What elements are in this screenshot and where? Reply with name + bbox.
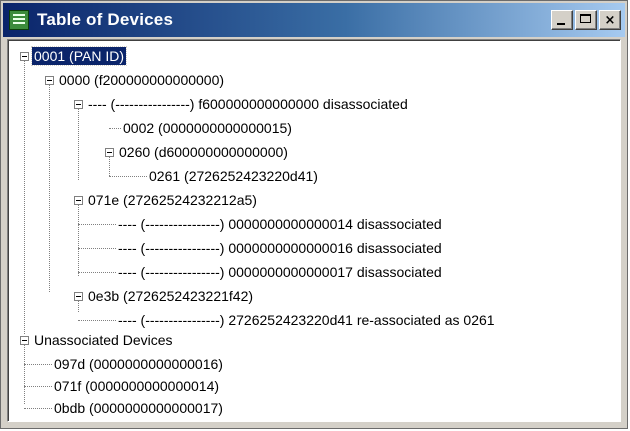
tree-connector xyxy=(78,223,116,225)
tree-item-071f[interactable]: 071f (0000000000000014) xyxy=(24,376,221,396)
tree-connector xyxy=(78,271,116,273)
tree-connector xyxy=(78,104,79,180)
tree-item-097d[interactable]: 097d (0000000000000016) xyxy=(24,354,225,374)
tree-connector xyxy=(24,56,25,334)
tree-item-label: 0000 (f200000000000000) xyxy=(59,72,225,88)
tree-item-reassociated[interactable]: ---- (----------------) 2726252423220d41… xyxy=(78,310,497,330)
title-bar[interactable]: Table of Devices × xyxy=(3,3,625,37)
table-icon xyxy=(9,10,29,30)
tree-item-0260[interactable]: 0260 (d600000000000000) xyxy=(105,142,290,162)
device-tree-view[interactable]: 0001 (PAN ID) 0000 (f200000000000000) --… xyxy=(7,39,621,422)
tree-item-label: 071e (27262524232212a5) xyxy=(88,192,257,208)
tree-item-label: 0260 (d600000000000000) xyxy=(119,144,288,160)
tree-connector xyxy=(24,385,52,387)
tree-connector xyxy=(109,127,121,129)
tree-item-label: ---- (----------------) 0000000000000016… xyxy=(118,240,442,256)
table-of-devices-window: Table of Devices × 0001 (PAN ID) 0000 (f… xyxy=(0,0,628,429)
tree-item-label: ---- (----------------) 0000000000000014… xyxy=(118,216,442,232)
tree-item-0261[interactable]: 0261 (2726252423220d41) xyxy=(109,166,320,186)
tree-item-0e3b[interactable]: 0e3b (2726252423221f42) xyxy=(74,286,255,306)
minimize-button[interactable] xyxy=(551,10,573,30)
tree-item-label: 0261 (2726252423220d41) xyxy=(149,168,318,184)
tree-item-label: 0001 (PAN ID) xyxy=(31,46,127,66)
tree-item-pan-id[interactable]: 0001 (PAN ID) xyxy=(20,46,127,66)
collapse-icon[interactable] xyxy=(74,291,83,301)
tree-connector xyxy=(109,175,147,177)
close-button[interactable]: × xyxy=(599,10,621,30)
tree-connector xyxy=(78,247,116,249)
tree-item-label: 097d (0000000000000016) xyxy=(54,356,223,372)
tree-item-disassociated[interactable]: ---- (----------------) 0000000000000014… xyxy=(78,214,444,234)
device-tree: 0001 (PAN ID) 0000 (f200000000000000) --… xyxy=(8,40,620,421)
tree-item-label: ---- (----------------) f600000000000000… xyxy=(88,96,408,112)
tree-item-disassociated[interactable]: ---- (----------------) f600000000000000… xyxy=(74,94,410,114)
close-icon: × xyxy=(604,12,616,28)
maximize-button[interactable] xyxy=(575,10,597,30)
tree-item-label: 071f (0000000000000014) xyxy=(54,378,220,394)
window-title: Table of Devices xyxy=(37,10,174,29)
tree-item-label: 0002 (0000000000000015) xyxy=(123,120,292,136)
window-controls: × xyxy=(551,10,621,30)
collapse-icon[interactable] xyxy=(20,51,29,61)
collapse-icon[interactable] xyxy=(74,195,83,205)
tree-item-label: 0bdb (0000000000000017) xyxy=(54,400,223,416)
tree-item-0002[interactable]: 0002 (0000000000000015) xyxy=(109,118,294,138)
collapse-icon[interactable] xyxy=(45,75,54,85)
tree-item-0bdb[interactable]: 0bdb (0000000000000017) xyxy=(24,398,225,418)
collapse-icon[interactable] xyxy=(74,99,83,109)
tree-item-label: Unassociated Devices xyxy=(34,332,173,348)
collapse-icon[interactable] xyxy=(105,147,114,157)
tree-item-disassociated[interactable]: ---- (----------------) 0000000000000016… xyxy=(78,238,444,258)
tree-connector xyxy=(24,407,52,409)
tree-connector xyxy=(78,319,116,321)
tree-item-disassociated[interactable]: ---- (----------------) 0000000000000017… xyxy=(78,262,444,282)
tree-item-unassociated-devices[interactable]: Unassociated Devices xyxy=(20,330,175,350)
tree-item-label: ---- (----------------) 2726252423220d41… xyxy=(118,312,495,328)
tree-item-label: ---- (----------------) 0000000000000017… xyxy=(118,264,442,280)
tree-connector xyxy=(49,80,50,292)
tree-item-label: 0e3b (2726252423221f42) xyxy=(88,288,254,304)
tree-item-071e[interactable]: 071e (27262524232212a5) xyxy=(74,190,259,210)
tree-item-0000[interactable]: 0000 (f200000000000000) xyxy=(45,70,226,90)
tree-connector xyxy=(24,363,52,365)
collapse-icon[interactable] xyxy=(20,335,29,345)
